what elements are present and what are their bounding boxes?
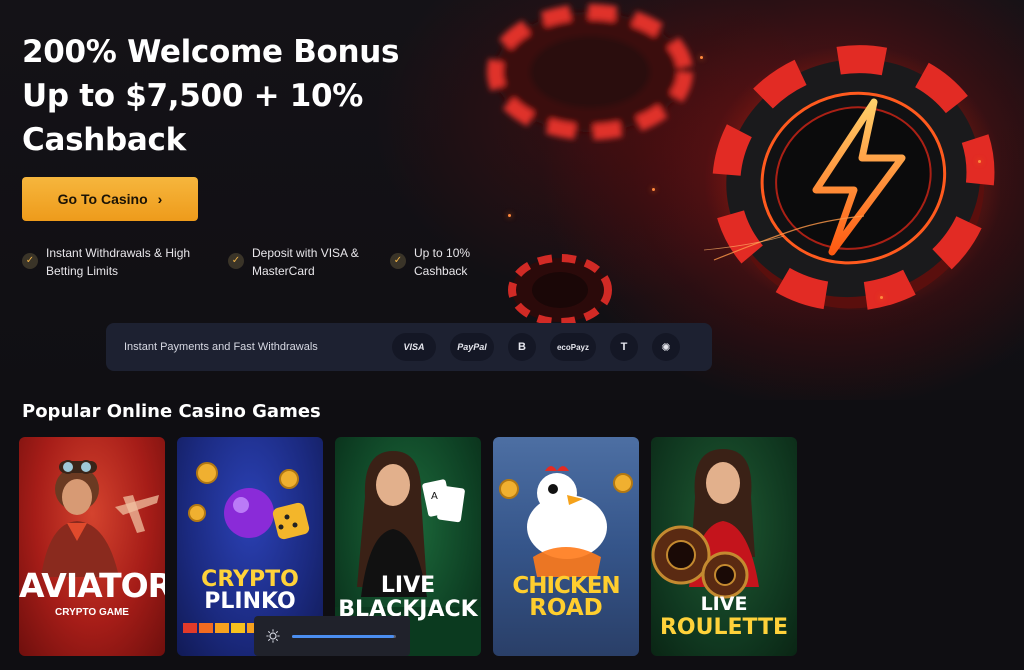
spark-particle bbox=[508, 214, 511, 217]
feature-text: Deposit with VISA & MasterCard bbox=[252, 246, 359, 278]
brightness-control[interactable] bbox=[254, 616, 410, 656]
feature-list: ✓ Instant Withdrawals & High Betting Lim… bbox=[22, 244, 490, 280]
spark-particle bbox=[652, 188, 655, 191]
ecopayz-icon: ecoPayz bbox=[550, 333, 596, 361]
hero-title: 200% Welcome Bonus Up to $7,500 + 10% Ca… bbox=[22, 34, 400, 158]
brightness-slider[interactable] bbox=[292, 634, 396, 638]
game-title-line1: LIVE bbox=[700, 593, 748, 615]
paypal-icon: PayPal bbox=[450, 333, 494, 361]
game-title-line1: CRYPTO bbox=[201, 567, 299, 592]
spark-particle bbox=[700, 56, 703, 59]
game-title-line1: LIVE bbox=[380, 573, 436, 598]
check-icon: ✓ bbox=[228, 253, 244, 269]
blurred-chip-decoration bbox=[487, 4, 693, 140]
game-card-live-roulette[interactable]: LIVE ROULETTE bbox=[651, 437, 797, 656]
game-title-line2: ROAD bbox=[529, 595, 603, 621]
cardano-icon: ✺ bbox=[652, 333, 680, 361]
game-card-aviator[interactable]: AVIATOR CRYPTO GAME bbox=[19, 437, 165, 656]
feature-item: ✓ Up to 10% Cashback bbox=[390, 244, 490, 280]
small-chip-decoration bbox=[508, 254, 612, 325]
visa-icon: VISA bbox=[392, 333, 436, 361]
svg-text:A: A bbox=[431, 491, 438, 502]
payments-bar: Instant Payments and Fast Withdrawals VI… bbox=[106, 323, 712, 371]
go-to-casino-button[interactable]: Go To Casino › bbox=[22, 177, 198, 221]
tether-icon: T bbox=[610, 333, 638, 361]
bitcoin-icon: B bbox=[508, 333, 536, 361]
game-title-line2: PLINKO bbox=[204, 589, 296, 614]
spark-particle bbox=[880, 296, 883, 299]
feature-text: Instant Withdrawals & High Betting Limit… bbox=[46, 246, 191, 278]
game-card-chicken-road[interactable]: CHICKEN ROAD bbox=[493, 437, 639, 656]
game-title-line2: ROULETTE bbox=[659, 615, 789, 640]
payments-label: Instant Payments and Fast Withdrawals bbox=[124, 341, 318, 353]
feature-item: ✓ Deposit with VISA & MasterCard bbox=[228, 244, 390, 280]
chicken-illustration bbox=[499, 466, 633, 577]
section-title: Popular Online Casino Games bbox=[22, 401, 321, 422]
feature-item: ✓ Instant Withdrawals & High Betting Lim… bbox=[22, 244, 228, 280]
check-icon: ✓ bbox=[390, 253, 406, 269]
aviator-pilot-illustration bbox=[41, 460, 159, 577]
brightness-slider-fill bbox=[292, 634, 394, 638]
sun-icon bbox=[266, 629, 280, 643]
payment-methods: VISA PayPal B ecoPayz T ✺ bbox=[392, 333, 680, 361]
lightning-chip-illustration bbox=[704, 45, 1000, 310]
cta-label: Go To Casino bbox=[57, 191, 148, 207]
game-title: AVIATOR bbox=[19, 566, 165, 605]
game-subtitle: CRYPTO GAME bbox=[55, 607, 129, 618]
chevron-right-icon: › bbox=[157, 191, 163, 207]
spark-particle bbox=[978, 160, 981, 163]
feature-text: Up to 10% Cashback bbox=[414, 246, 471, 278]
check-icon: ✓ bbox=[22, 253, 38, 269]
